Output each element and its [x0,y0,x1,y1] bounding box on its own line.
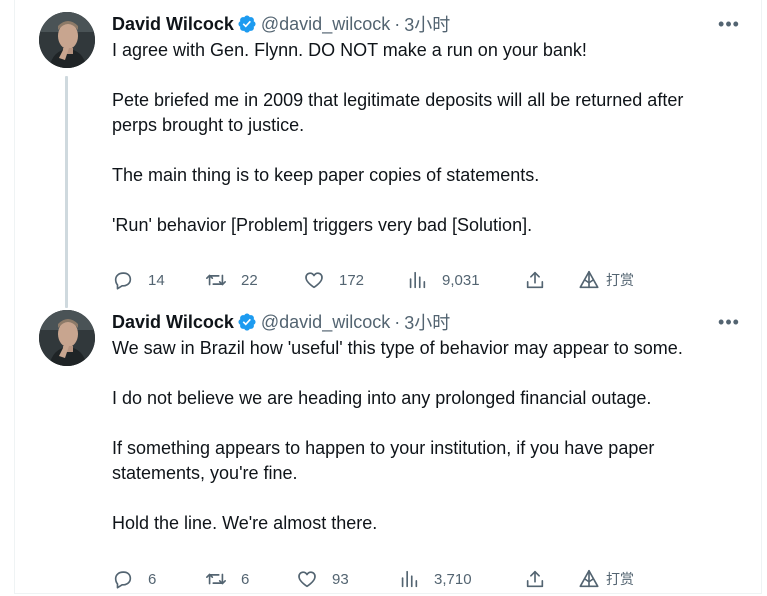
author-avatar[interactable] [39,310,95,366]
view-count: 9,031 [442,271,480,289]
repost-count: 22 [241,271,258,289]
repost-button[interactable]: 22 [205,268,258,292]
share-button[interactable] [524,268,546,292]
reply-count: 14 [148,271,165,289]
heart-icon [305,272,323,289]
author-name[interactable]: David Wilcock [112,312,234,333]
reply-button[interactable]: 6 [112,567,156,591]
like-button[interactable]: 93 [296,567,349,591]
tweet-paragraph: Pete briefed me in 2009 that legitimate … [112,88,747,138]
tweet-paragraph: 'Run' behavior [Problem] triggers very b… [112,215,533,235]
verified-badge-icon [237,14,257,34]
thread-connector-line [65,76,68,308]
bar-chart-icon [409,271,426,289]
tweet-line: statements, you're fine. [112,463,298,483]
tip-label: 打赏 [606,273,634,289]
author-handle[interactable]: @david_wilcock [261,14,390,35]
reply-count: 6 [148,570,157,588]
repost-count: 6 [241,570,250,588]
tweet-2[interactable]: David Wilcock @david_wilcock · 3小时 ••• W… [15,298,763,594]
tweet-paragraph: I agree with Gen. Flynn. DO NOT make a r… [112,40,587,60]
tweet-content: David Wilcock @david_wilcock · 3小时 ••• W… [112,310,747,589]
view-count: 3,710 [434,570,472,588]
author-avatar[interactable] [39,12,95,68]
separator-dot: · [394,13,401,34]
like-count: 172 [339,271,365,289]
tip-button[interactable]: 打赏 [578,567,634,591]
repost-button[interactable]: 6 [205,567,249,591]
tweet-paragraph: I do not believe we are heading into any… [112,388,652,408]
triangle-tip-icon [579,569,599,588]
tweet-paragraph: The main thing is to keep paper copies o… [112,165,540,185]
triangle-tip-icon [579,270,599,289]
tweet-header: David Wilcock @david_wilcock · 3小时 [112,310,747,334]
views-button[interactable]: 9,031 [406,268,480,292]
tweet-paragraph: Hold the line. We're almost there. [112,513,378,533]
more-dots-icon[interactable]: ••• [715,312,743,332]
share-upload-icon [526,570,544,588]
tweet-text: We saw in Brazil how 'useful' this type … [112,336,747,536]
repost-arrows-icon [206,274,226,286]
like-button[interactable]: 172 [303,268,364,292]
timeline-frame: David Wilcock @david_wilcock · 3小时 ••• I… [14,0,762,594]
like-count: 93 [332,570,349,588]
tweet-text: I agree with Gen. Flynn. DO NOT make a r… [112,38,747,238]
reply-bubble-icon [114,571,132,589]
reply-bubble-icon [114,272,132,290]
heart-icon [298,571,316,588]
repost-arrows-icon [206,573,226,585]
tweet-actions: 14 22 172 9,031 打赏 [112,268,672,292]
share-button[interactable] [524,567,546,591]
tweet-paragraph: We saw in Brazil how 'useful' this type … [112,338,683,358]
bar-chart-icon [401,570,418,588]
tip-label: 打赏 [606,572,634,588]
reply-button[interactable]: 14 [112,268,165,292]
tweet-timestamp[interactable]: 3小时 [404,11,450,37]
more-dots-icon[interactable]: ••• [715,14,743,34]
views-button[interactable]: 3,710 [398,567,472,591]
share-upload-icon [526,271,544,289]
tweet-line: Pete briefed me in 2009 that legitimate … [112,90,684,110]
tweet-header: David Wilcock @david_wilcock · 3小时 [112,12,747,36]
tweet-paragraph: If something appears to happen to your i… [112,436,747,486]
tweet-timestamp[interactable]: 3小时 [404,309,450,335]
tweet-line: perps brought to justice. [112,115,305,135]
verified-badge-icon [237,312,257,332]
tweet-actions: 6 6 93 3,710 打赏 [112,567,672,591]
separator-dot: · [394,311,401,332]
tip-button[interactable]: 打赏 [578,268,634,292]
author-handle[interactable]: @david_wilcock [261,312,390,333]
author-name[interactable]: David Wilcock [112,14,234,35]
tweet-1[interactable]: David Wilcock @david_wilcock · 3小时 ••• I… [15,0,763,308]
tweet-content: David Wilcock @david_wilcock · 3小时 ••• I… [112,12,747,290]
tweet-line: If something appears to happen to your i… [112,438,655,458]
